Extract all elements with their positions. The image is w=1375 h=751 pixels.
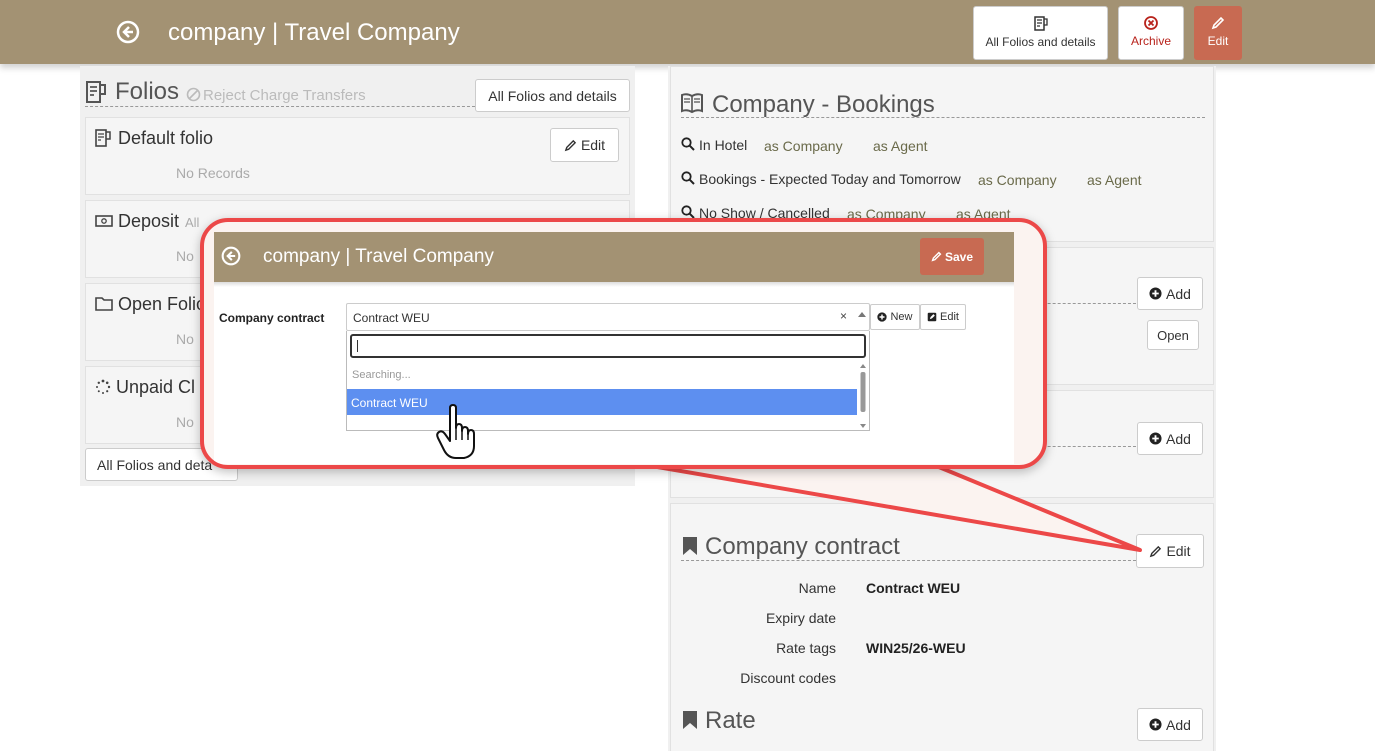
rate-tags-value: WIN25/26-WEU — [866, 640, 966, 656]
caret-up-icon[interactable] — [858, 312, 866, 317]
edit-label: Edit — [940, 311, 959, 323]
expected-as-agent-link[interactable]: as Agent — [1087, 172, 1142, 188]
empty-text: No Records — [176, 165, 250, 181]
new-button[interactable]: New — [870, 304, 920, 330]
dropdown-option[interactable]: Contract WEU — [347, 389, 857, 415]
back-circle-icon[interactable] — [116, 20, 140, 44]
bookmark-icon — [682, 710, 698, 735]
bookings-title: Company - Bookings — [712, 91, 935, 118]
deposit-title: Deposit — [118, 211, 180, 231]
company-contract-card: Company contract Edit Name Contract WEU … — [670, 503, 1214, 751]
ban-icon — [186, 87, 201, 107]
folios-title: Folios — [115, 78, 180, 105]
default-folio-title: Default folio — [118, 128, 214, 148]
text-cursor — [357, 340, 358, 352]
empty-text: No — [176, 331, 194, 347]
name-label: Name — [798, 580, 836, 596]
name-value: Contract WEU — [866, 580, 961, 596]
folio-icon — [85, 80, 107, 109]
plus-circle-icon — [877, 312, 888, 322]
default-folio-edit-button[interactable]: Edit — [550, 128, 619, 162]
hand-cursor-icon — [436, 404, 480, 465]
pencil-icon — [1150, 545, 1162, 557]
plus-circle-icon — [1149, 718, 1162, 731]
rate-add-button[interactable]: Add — [1137, 708, 1203, 741]
callout-title: company | Travel Company — [263, 246, 494, 267]
divider — [85, 106, 475, 107]
add-label: Add — [1166, 716, 1191, 733]
pencil-icon — [931, 251, 942, 262]
in-hotel-as-company-link[interactable]: as Company — [764, 138, 843, 154]
expected-bookings-link[interactable]: Bookings - Expected Today and Tomorrow — [699, 171, 961, 187]
add-label: Add — [1166, 430, 1191, 447]
callout-top-bar: company | Travel Company Save — [214, 232, 1014, 282]
plus-circle-icon — [1149, 287, 1162, 300]
all-folios-header-button[interactable]: All Folios and details — [475, 79, 630, 112]
scrollbar[interactable] — [859, 363, 867, 429]
rate-title: Rate — [705, 707, 756, 734]
close-circle-icon — [1144, 16, 1158, 30]
bookmark-icon — [682, 536, 698, 561]
search-icon — [681, 171, 695, 190]
empty-text: No — [176, 248, 194, 264]
select-edit-button[interactable]: Edit — [920, 304, 966, 330]
top-bar: company | Travel Company All Folios and … — [0, 0, 1375, 64]
folio-icon — [95, 129, 111, 152]
unpaid-title: Unpaid Cl — [116, 377, 196, 397]
pencil-icon — [1211, 16, 1225, 30]
dropdown-panel: Searching... Contract WEU — [346, 331, 870, 431]
open-folios-title: Open Folio — [118, 294, 207, 314]
contract-edit-button[interactable]: Edit — [1136, 534, 1204, 568]
divider — [681, 117, 1205, 118]
selected-value: Contract WEU — [353, 311, 430, 325]
page-title: company | Travel Company — [168, 19, 460, 46]
clear-icon[interactable]: × — [840, 309, 847, 323]
rate-tags-label: Rate tags — [776, 640, 836, 656]
bookings-card: Company - Bookings In Hotel as Company a… — [670, 66, 1214, 242]
deposit-subtitle: All — [185, 215, 200, 230]
folio-icon — [1033, 16, 1048, 31]
all-folios-button[interactable]: All Folios and details — [973, 6, 1108, 60]
company-contract-select[interactable]: Contract WEU — [346, 303, 870, 331]
edit-form-preview: company | Travel Company Save Company co… — [214, 232, 1014, 464]
expiry-date-label: Expiry date — [765, 610, 836, 626]
back-circle-icon[interactable] — [221, 246, 241, 271]
default-folio-card: Default folio Edit No Records — [85, 117, 630, 195]
add-button[interactable]: Add — [1137, 422, 1203, 455]
save-label: Save — [944, 249, 974, 264]
save-button[interactable]: Save — [920, 238, 984, 275]
in-hotel-link[interactable]: In Hotel — [699, 137, 747, 153]
discount-codes-label: Discount codes — [740, 670, 836, 686]
all-folios-label: All Folios and details — [985, 35, 1096, 49]
book-icon — [680, 92, 704, 119]
edit-square-icon — [927, 312, 937, 322]
in-hotel-as-agent-link[interactable]: as Agent — [873, 138, 928, 154]
callout-zoom: company | Travel Company Save Company co… — [200, 218, 1047, 469]
expected-as-company-link[interactable]: as Company — [978, 172, 1057, 188]
pencil-icon — [564, 139, 577, 151]
archive-label: Archive — [1130, 34, 1171, 48]
add-label: Add — [1166, 285, 1191, 302]
money-icon — [95, 214, 113, 233]
edit-button[interactable]: Edit — [1194, 6, 1242, 60]
spinner-icon — [95, 379, 111, 400]
searching-text: Searching... — [352, 369, 411, 381]
company-contract-label: Company contract — [219, 311, 325, 325]
divider — [681, 560, 1136, 561]
archive-button[interactable]: Archive — [1118, 6, 1184, 60]
dropdown-search-input[interactable] — [350, 334, 866, 358]
folder-icon — [95, 296, 113, 316]
edit-label: Edit — [580, 137, 606, 153]
search-icon — [681, 137, 695, 156]
empty-text: No — [176, 414, 194, 430]
edit-label: Edit — [1166, 543, 1191, 559]
new-label: New — [890, 311, 913, 323]
contract-title: Company contract — [705, 533, 900, 560]
edit-label: Edit — [1207, 34, 1229, 48]
open-button[interactable]: Open — [1147, 320, 1199, 350]
reject-charge-transfers-link[interactable]: Reject Charge Transfers — [203, 87, 366, 104]
add-button[interactable]: Add — [1137, 277, 1203, 310]
plus-circle-icon — [1149, 432, 1162, 445]
